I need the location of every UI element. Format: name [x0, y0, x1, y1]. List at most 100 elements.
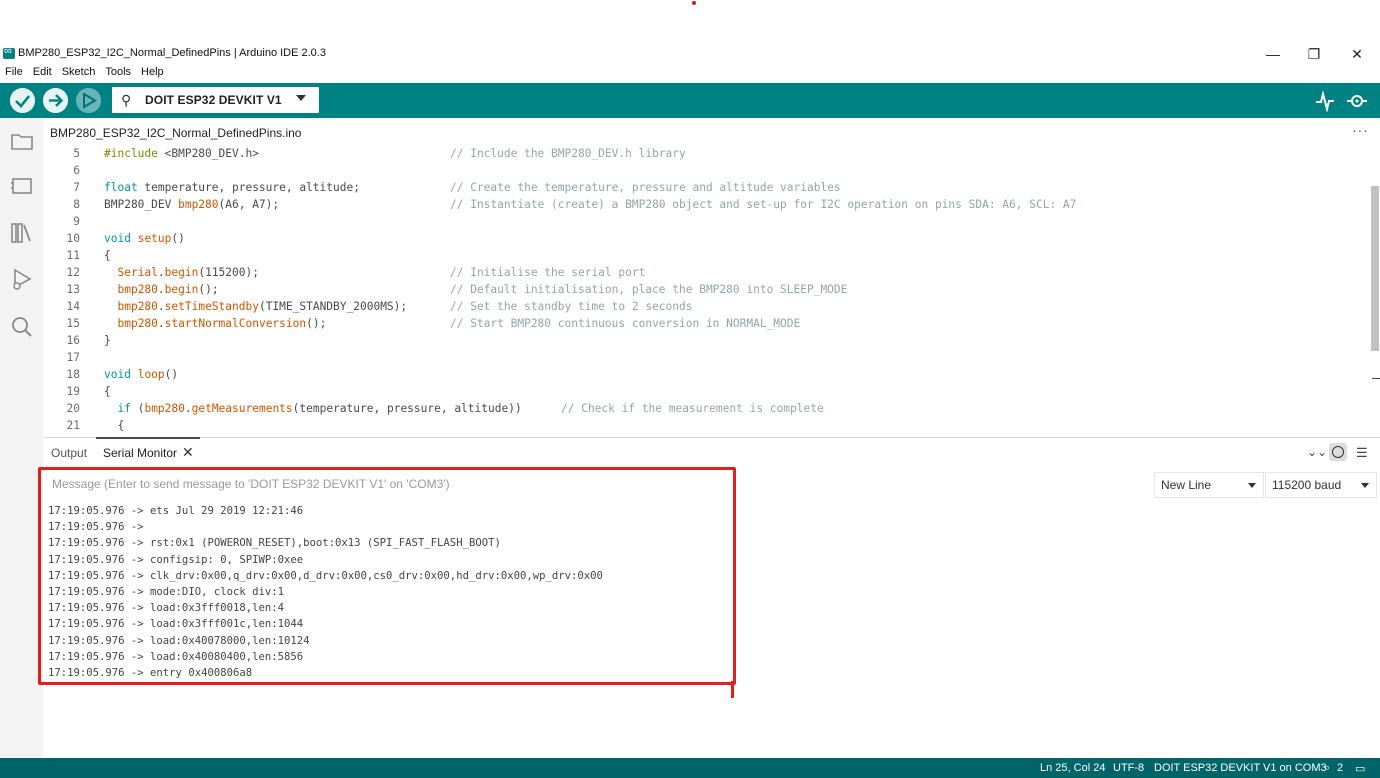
menu-bar: File Edit Sketch Tools Help	[0, 66, 169, 82]
code-comment: // Create the temperature, pressure and …	[450, 181, 841, 194]
code-text: float temperature, pressure, altitude;	[104, 181, 360, 194]
line-number: 17	[66, 351, 80, 364]
toggle-timestamp-icon[interactable]	[1329, 443, 1347, 461]
board-port[interactable]: DOIT ESP32 DEVKIT V1 on COM3	[1154, 762, 1327, 774]
line-number: 19	[66, 385, 80, 398]
close-icon[interactable]: ✕	[182, 444, 194, 461]
minimize-button[interactable]: —	[1253, 44, 1293, 64]
annotation-highlight-box	[38, 467, 736, 685]
verify-icon	[10, 88, 35, 113]
line-number: 16	[66, 334, 80, 347]
menu-tools[interactable]: Tools	[100, 66, 136, 82]
line-number: 9	[73, 215, 80, 228]
chevron-down-icon	[1361, 483, 1369, 488]
editor-scrollbar-thumb[interactable]	[1371, 186, 1379, 351]
library-manager-button[interactable]	[9, 220, 35, 246]
tab-output[interactable]: Output	[51, 446, 87, 460]
notification-count: 2	[1337, 762, 1344, 774]
code-comment: // Check if the measurement is complete	[561, 402, 824, 415]
chevron-down-icon	[296, 95, 306, 101]
line-number: 12	[66, 266, 80, 279]
code-text: bmp280.startNormalConversion();	[117, 317, 327, 330]
line-number: 7	[73, 181, 80, 194]
more-actions-icon[interactable]: ···	[1352, 122, 1369, 138]
line-number: 18	[66, 368, 80, 381]
code-text: bmp280.begin();	[117, 283, 219, 296]
line-number: 15	[66, 317, 80, 330]
usb-icon: ⚲	[121, 92, 132, 108]
code-text: {	[104, 249, 111, 262]
encoding: UTF-8	[1113, 762, 1145, 774]
search-icon	[12, 317, 32, 337]
code-comment: // Initialise the serial port	[450, 266, 646, 279]
active-tab-indicator	[96, 437, 200, 439]
code-text: BMP280_DEV bmp280(A6, A7);	[104, 198, 280, 211]
menu-file[interactable]: File	[0, 66, 28, 82]
line-number: 13	[66, 283, 80, 296]
baud-rate-value: 115200 baud	[1272, 478, 1342, 492]
activity-bar	[0, 118, 43, 758]
line-number: 14	[66, 300, 80, 313]
library-manager-icon	[11, 223, 31, 243]
upload-icon	[43, 88, 68, 113]
arduino-logo-icon	[3, 45, 15, 59]
serial-plotter-button[interactable]	[1314, 90, 1336, 113]
line-number: 8	[73, 198, 80, 211]
line-number: 6	[73, 164, 80, 177]
sketchbook-icon	[11, 134, 33, 150]
chevron-down-icon	[1248, 483, 1256, 488]
clear-output-icon[interactable]: ☰	[1356, 445, 1368, 461]
status-bar: Ln 25, Col 24 UTF-8 DOIT ESP32 DEVKIT V1…	[0, 758, 1380, 778]
upload-button[interactable]	[43, 88, 68, 113]
serial-monitor-button[interactable]	[1346, 90, 1368, 112]
baud-rate-select[interactable]: 115200 baud	[1265, 472, 1377, 498]
line-number: 20	[66, 402, 80, 415]
board-name: DOIT ESP32 DEVKIT V1	[145, 93, 282, 107]
line-number: 10	[66, 232, 80, 245]
line-ending-value: New Line	[1161, 478, 1212, 492]
code-text: if (bmp280.getMeasurements(temperature, …	[117, 402, 522, 415]
collapse-panel-icon[interactable]: ⌄⌄	[1307, 445, 1327, 459]
debug-icon	[76, 88, 101, 113]
code-text: {	[104, 419, 125, 432]
maximize-button[interactable]: ❐	[1294, 44, 1334, 64]
code-text: }	[104, 334, 111, 347]
debug-button[interactable]	[76, 88, 101, 113]
code-text: {	[104, 385, 111, 398]
notifications-icon[interactable]: ⌕	[1324, 762, 1330, 775]
code-text: Serial.begin(115200);	[117, 266, 259, 279]
menu-help[interactable]: Help	[136, 66, 169, 82]
menu-sketch[interactable]: Sketch	[57, 66, 101, 82]
serial-monitor-icon	[1347, 95, 1367, 107]
line-number: 11	[66, 249, 80, 262]
annotation-highlight-tail	[731, 681, 734, 698]
panel-divider[interactable]	[43, 437, 1380, 438]
boards-manager-icon	[11, 178, 32, 194]
menu-edit[interactable]: Edit	[28, 66, 57, 82]
scrollbar-marker	[1372, 378, 1380, 379]
line-ending-select[interactable]: New Line	[1154, 472, 1264, 498]
tab-serial-monitor[interactable]: Serial Monitor	[103, 446, 177, 460]
line-number: 21	[66, 419, 80, 432]
red-dot	[692, 1, 696, 5]
serial-plotter-icon	[1316, 90, 1334, 113]
sketchbook-button[interactable]	[9, 128, 35, 154]
toggle-panel-icon[interactable]: ▭	[1355, 762, 1365, 775]
debug-panel-button[interactable]	[9, 266, 35, 292]
code-text: void setup()	[104, 232, 185, 245]
search-button[interactable]	[9, 314, 35, 340]
code-comment: // Include the BMP280_DEV.h library	[450, 147, 686, 160]
window-title: BMP280_ESP32_I2C_Normal_DefinedPins | Ar…	[18, 47, 326, 59]
line-number: 5	[73, 147, 80, 160]
cursor-position[interactable]: Ln 25, Col 24	[1040, 762, 1105, 774]
debug-icon	[13, 268, 32, 290]
code-text: void loop()	[104, 368, 179, 381]
code-comment: // Instantiate (create) a BMP280 object …	[450, 198, 1077, 211]
code-text: #include <BMP280_DEV.h>	[104, 147, 259, 160]
close-button[interactable]: ✕	[1337, 44, 1377, 64]
code-editor[interactable]: 5 #include <BMP280_DEV.h> // Include the B…	[44, 145, 1370, 437]
file-tab[interactable]: BMP280_ESP32_I2C_Normal_DefinedPins.ino	[44, 121, 308, 146]
code-comment: // Start BMP280 continuous conversion in…	[450, 317, 801, 330]
verify-button[interactable]	[10, 88, 35, 113]
boards-manager-button[interactable]	[9, 174, 35, 200]
